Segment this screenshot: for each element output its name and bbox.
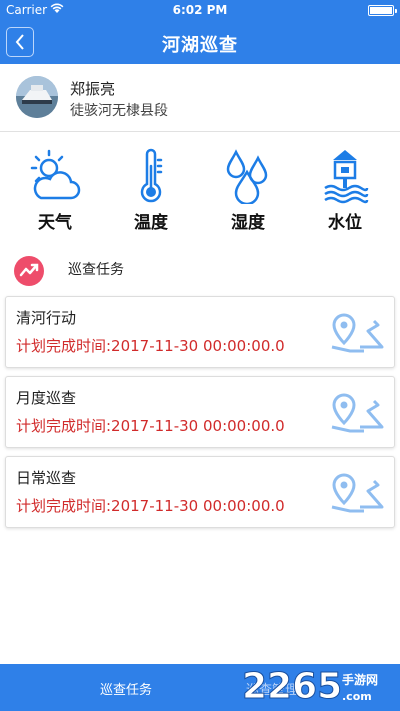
clock: 6:02 PM [172, 3, 228, 17]
watermark-domain: .com [342, 690, 372, 703]
watermark-text: 2265 [242, 666, 342, 707]
category-water-level-label: 水位 [328, 213, 362, 233]
task-name: 日常巡查 [16, 469, 77, 487]
tab-patrol-tasks[interactable]: 巡查任务 [100, 679, 152, 698]
user-card: 郑振亮 徒骇河无棣县段 [0, 64, 400, 132]
status-bar: Carrier 6:02 PM [0, 0, 400, 20]
task-time: 计划完成时间:2017-11-30 00:00:00.0 [16, 417, 285, 435]
trend-icon [14, 256, 44, 286]
category-humidity-label: 湿度 [231, 213, 265, 233]
user-name: 郑振亮 [70, 80, 116, 98]
task-card[interactable]: 月度巡查 计划完成时间:2017-11-30 00:00:00.0 [5, 376, 395, 448]
task-name: 清河行动 [16, 309, 77, 327]
thermometer-icon [140, 148, 163, 203]
avatar [16, 76, 58, 118]
category-temperature-label: 温度 [134, 213, 168, 233]
section-title: 巡查任务 [68, 262, 124, 278]
water-level-icon [324, 150, 369, 204]
task-name: 月度巡查 [16, 389, 77, 407]
task-time: 计划完成时间:2017-11-30 00:00:00.0 [16, 497, 285, 515]
category-humidity[interactable]: 湿度 [208, 148, 288, 233]
page-title: 河湖巡查 [162, 35, 238, 56]
watermark-logo: 2265 手游网 .com [242, 666, 378, 708]
battery-icon [368, 5, 397, 16]
category-row: 天气 温度 湿度 水位 [0, 148, 400, 233]
map-route-icon [331, 473, 384, 513]
weather-icon [30, 149, 81, 200]
task-card[interactable]: 日常巡查 计划完成时间:2017-11-30 00:00:00.0 [5, 456, 395, 528]
watermark-sub: 手游网 [342, 672, 378, 687]
humidity-icon [226, 149, 268, 204]
user-section: 徒骇河无棣县段 [70, 103, 168, 119]
task-card[interactable]: 清河行动 计划完成时间:2017-11-30 00:00:00.0 [5, 296, 395, 368]
category-weather[interactable]: 天气 [15, 148, 95, 233]
section-header: 巡查任务 [0, 256, 400, 290]
category-weather-label: 天气 [38, 213, 72, 233]
map-route-icon [331, 393, 384, 433]
category-temperature[interactable]: 温度 [111, 148, 191, 233]
task-time: 计划完成时间:2017-11-30 00:00:00.0 [16, 337, 285, 355]
nav-bar: 河湖巡查 [0, 20, 400, 64]
map-route-icon [331, 313, 384, 353]
category-water-level[interactable]: 水位 [305, 148, 385, 233]
